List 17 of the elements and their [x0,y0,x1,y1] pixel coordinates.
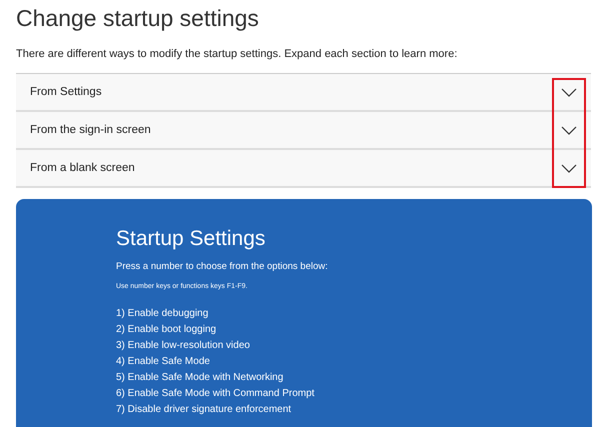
intro-text: There are different ways to modify the startup settings. Expand each section to learn more: [15,47,458,62]
section-label: From a blank screen [30,162,135,174]
accordion-row[interactable]: From Settings [16,74,591,112]
page-title: Change startup settings [15,4,260,33]
startup-option: 2) Enable boot logging [116,322,592,338]
screen-title: Startup Settings [116,227,266,251]
startup-option: 7) Disable driver signature enforcement [116,402,592,418]
startup-option: 5) Enable Safe Mode with Networking [116,370,592,386]
startup-option: 1) Enable debugging [116,306,592,322]
screen-prompt: Press a number to choose from the options below: [116,261,329,272]
accordion-row[interactable]: From the sign-in screen [16,112,591,150]
section-label: From Settings [30,86,102,98]
startup-option: 6) Enable Safe Mode with Command Prompt [116,386,592,402]
startup-option: 3) Enable low-resolution video [116,338,592,354]
accordion-row[interactable]: From a blank screen [16,150,591,188]
startup-option: 4) Enable Safe Mode [116,354,592,370]
section-label: From the sign-in screen [30,124,151,136]
